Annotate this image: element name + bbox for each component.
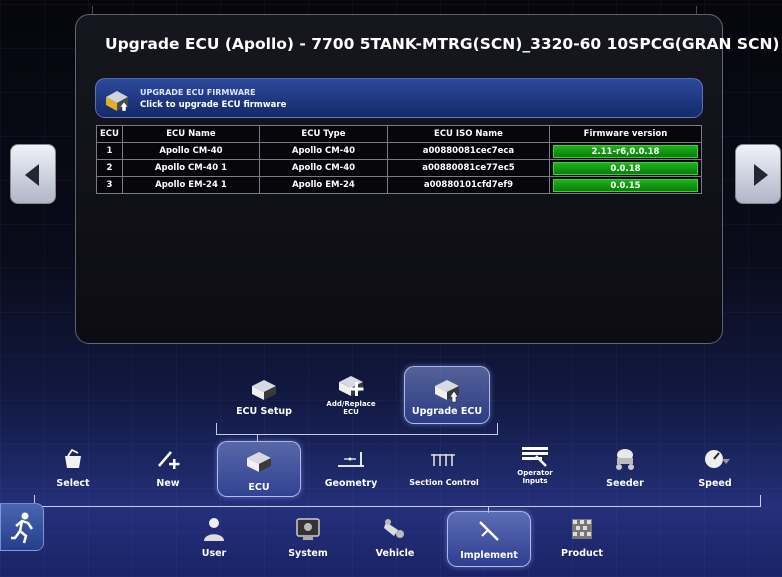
product-label: Product [561, 548, 603, 559]
table-header-row: ECU ECU Name ECU Type ECU ISO Name Firmw… [96, 125, 703, 143]
user-button[interactable]: User [196, 516, 232, 562]
cell-type: Apollo CM-40 [258, 159, 388, 177]
geometry-button[interactable]: Geometry [320, 446, 382, 492]
upgrade-ecu-icon [435, 380, 459, 403]
operator-inputs-button[interactable]: Operator Inputs [506, 443, 564, 493]
table-row[interactable]: 3 Apollo EM-24 1 Apollo EM-24 a00880101c… [96, 176, 703, 194]
run-button[interactable] [0, 503, 44, 551]
select-label: Select [56, 478, 90, 489]
operator-inputs-label-1: Operator [517, 469, 553, 477]
add-replace-label-1: Add/Replace [326, 400, 376, 408]
firmware-bar: 0.0.18 [552, 161, 698, 175]
col-ecu-name: ECU Name [121, 125, 260, 143]
product-button[interactable]: Product [554, 516, 610, 562]
cell-type: Apollo EM-24 [258, 176, 388, 194]
cell-type: Apollo CM-40 [258, 142, 388, 160]
select-icon [65, 448, 81, 468]
col-ecu-type: ECU Type [258, 125, 388, 143]
select-button[interactable]: Select [48, 446, 98, 492]
ecu-setup-label: ECU Setup [236, 406, 292, 417]
section-control-button[interactable]: Section Control [402, 446, 486, 492]
ecu-setup-button[interactable]: ECU Setup [228, 375, 300, 420]
col-firmware: Firmware version [548, 125, 703, 143]
cell-name: Apollo EM-24 1 [121, 176, 260, 194]
ecu-module-icon [106, 91, 129, 112]
page-title: Upgrade ECU (Apollo) - 7700 5TANK-MTRG(S… [105, 35, 780, 53]
cell-ecu: 1 [96, 142, 123, 160]
ecu-icon [247, 452, 271, 472]
banner-heading: UPGRADE ECU FIRMWARE [140, 88, 256, 97]
ecu-table: ECU ECU Name ECU Type ECU ISO Name Firmw… [96, 125, 703, 194]
ecu-setup-icon [252, 380, 276, 400]
new-implement-icon [158, 451, 180, 469]
product-icon [572, 519, 592, 539]
implement-button[interactable]: Implement [447, 511, 531, 567]
arrow-right-icon [754, 164, 768, 186]
previous-page-button[interactable] [10, 144, 56, 204]
cell-firmware: 0.0.18 [548, 159, 703, 177]
seeder-label: Seeder [606, 478, 644, 489]
upgrade-ecu-label: Upgrade ECU [411, 406, 483, 417]
ecu-button[interactable]: ECU [217, 441, 301, 497]
system-icon [296, 518, 320, 540]
section-control-icon [431, 454, 455, 466]
implement-icon [479, 521, 499, 541]
add-replace-ecu-button[interactable]: Add/Replace ECU [320, 370, 382, 425]
operator-inputs-icon [522, 447, 548, 467]
arrow-left-icon [25, 164, 39, 186]
speed-label: Speed [698, 478, 732, 489]
system-button[interactable]: System [280, 516, 336, 562]
menu-connector [34, 495, 761, 507]
submenu-connector [216, 423, 498, 435]
upgrade-ecu-button[interactable]: Upgrade ECU [404, 366, 490, 424]
banner-subtitle: Click to upgrade ECU firmware [140, 100, 287, 110]
geometry-label: Geometry [324, 478, 378, 489]
geometry-icon [338, 452, 364, 467]
firmware-bar: 0.0.15 [552, 178, 698, 192]
new-label: New [156, 478, 180, 489]
cell-iso: a00880101cfd7ef9 [386, 176, 550, 194]
user-label: User [201, 548, 227, 559]
ecu-label: ECU [248, 482, 270, 493]
table-row[interactable]: 2 Apollo CM-40 1 Apollo CM-40 a00880081c… [96, 159, 703, 177]
cell-firmware: 0.0.15 [548, 176, 703, 194]
upgrade-firmware-banner[interactable]: UPGRADE ECU FIRMWARE Click to upgrade EC… [95, 78, 703, 118]
col-ecu: ECU [96, 125, 123, 143]
next-page-button[interactable] [735, 144, 781, 204]
seeder-icon [616, 449, 634, 470]
vehicle-icon [384, 519, 404, 538]
add-ecu-icon [339, 376, 364, 396]
cell-iso: a00880081ce77ec5 [386, 159, 550, 177]
cell-ecu: 3 [96, 176, 123, 194]
cell-ecu: 2 [96, 159, 123, 177]
system-label: System [288, 548, 328, 559]
cell-firmware: 2.11-r6,0.0.18 [548, 142, 703, 160]
firmware-bar: 2.11-r6,0.0.18 [552, 144, 698, 158]
vehicle-button[interactable]: Vehicle [370, 516, 420, 562]
implement-label: Implement [460, 550, 518, 561]
col-iso-name: ECU ISO Name [386, 125, 550, 143]
user-icon [204, 518, 224, 541]
add-replace-label-2: ECU [343, 408, 359, 416]
operator-inputs-label-2: Inputs [522, 477, 548, 485]
new-button[interactable]: New [146, 446, 190, 492]
run-icon [11, 512, 34, 544]
cell-name: Apollo CM-40 1 [121, 159, 260, 177]
cell-name: Apollo CM-40 [121, 142, 260, 160]
section-control-label: Section Control [409, 478, 479, 487]
speed-icon [705, 450, 730, 468]
cell-iso: a00880081cec7eca [386, 142, 550, 160]
vehicle-label: Vehicle [375, 548, 415, 559]
seeder-button[interactable]: Seeder [598, 446, 652, 492]
speed-button[interactable]: Speed [690, 446, 740, 492]
table-row[interactable]: 1 Apollo CM-40 Apollo CM-40 a00880081cec… [96, 142, 703, 160]
